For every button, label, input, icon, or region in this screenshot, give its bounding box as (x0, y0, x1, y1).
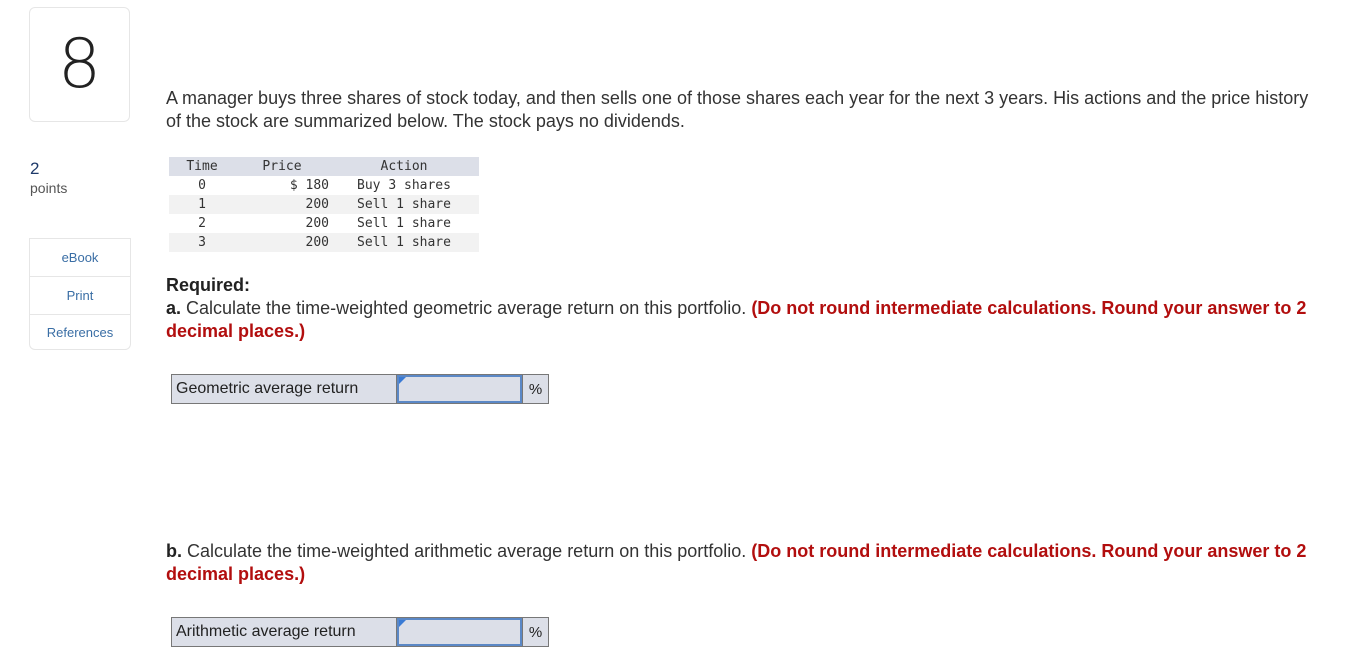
required-section: Required: a. Calculate the time-weighted… (166, 274, 1316, 343)
cell-price: 200 (235, 214, 329, 233)
cell-time: 1 (169, 195, 235, 214)
header-time: Time (169, 157, 235, 176)
percent-unit: % (522, 375, 548, 403)
price-value: $ 180 (289, 178, 329, 193)
arithmetic-answer-row: Arithmetic average return % (171, 617, 549, 647)
cell-time: 3 (169, 233, 235, 252)
references-link[interactable]: References (30, 315, 130, 349)
cell-action: Sell 1 share (329, 195, 479, 214)
cell-action: Buy 3 shares (357, 178, 451, 193)
geometric-input-wrap (397, 375, 522, 403)
geometric-return-input[interactable] (397, 375, 522, 403)
question-intro: A manager buys three shares of stock tod… (166, 88, 1309, 131)
cell-price: $ 180 (235, 176, 329, 195)
table-row: 3 200 Sell 1 share (169, 233, 479, 252)
cell-time: 0 (198, 178, 206, 193)
price-value: 200 (305, 216, 329, 231)
geometric-answer-label: Geometric average return (172, 375, 397, 403)
resource-links: eBook Print References (29, 238, 131, 350)
table-header-row: Time Price Action (169, 157, 479, 176)
price-history-table: Time Price Action 0 $ 180 Buy 3 shares 1… (169, 157, 479, 252)
question-number: 8 (29, 7, 130, 122)
arithmetic-answer-label: Arithmetic average return (172, 618, 397, 646)
part-a-prompt: a. Calculate the time-weighted geometric… (166, 297, 1316, 343)
input-flag-icon (399, 620, 406, 627)
part-a-prefix: a. (166, 298, 182, 318)
input-flag-icon (399, 377, 406, 384)
part-a-text: Calculate the time-weighted geometric av… (181, 298, 752, 318)
geometric-answer-row: Geometric average return % (171, 374, 549, 404)
header-action: Action (329, 157, 479, 176)
price-value: 200 (305, 197, 329, 212)
points-block: 2 points (30, 159, 68, 197)
part-b-text: Calculate the time-weighted arithmetic a… (182, 541, 752, 561)
percent-unit: % (522, 618, 548, 646)
part-b-prompt: b. Calculate the time-weighted arithmeti… (166, 540, 1316, 586)
cell-action: Sell 1 share (357, 216, 451, 231)
cell-price: 200 (235, 195, 329, 214)
part-b-prefix: b. (166, 541, 182, 561)
cell-price: 200 (235, 233, 329, 252)
print-link[interactable]: Print (30, 277, 130, 315)
points-value: 2 (30, 159, 40, 178)
table-row: 0 $ 180 Buy 3 shares (169, 176, 479, 195)
header-price: Price (235, 157, 329, 176)
arithmetic-return-input[interactable] (397, 618, 522, 646)
required-title: Required: (166, 275, 251, 295)
ebook-link[interactable]: eBook (30, 239, 130, 277)
arithmetic-input-wrap (397, 618, 522, 646)
table-row: 2 200 Sell 1 share (169, 214, 479, 233)
cell-time: 2 (198, 216, 206, 231)
points-label: points (30, 180, 68, 196)
price-value: 200 (305, 235, 329, 250)
table-row: 1 200 Sell 1 share (169, 195, 479, 214)
cell-action: Sell 1 share (329, 233, 479, 252)
